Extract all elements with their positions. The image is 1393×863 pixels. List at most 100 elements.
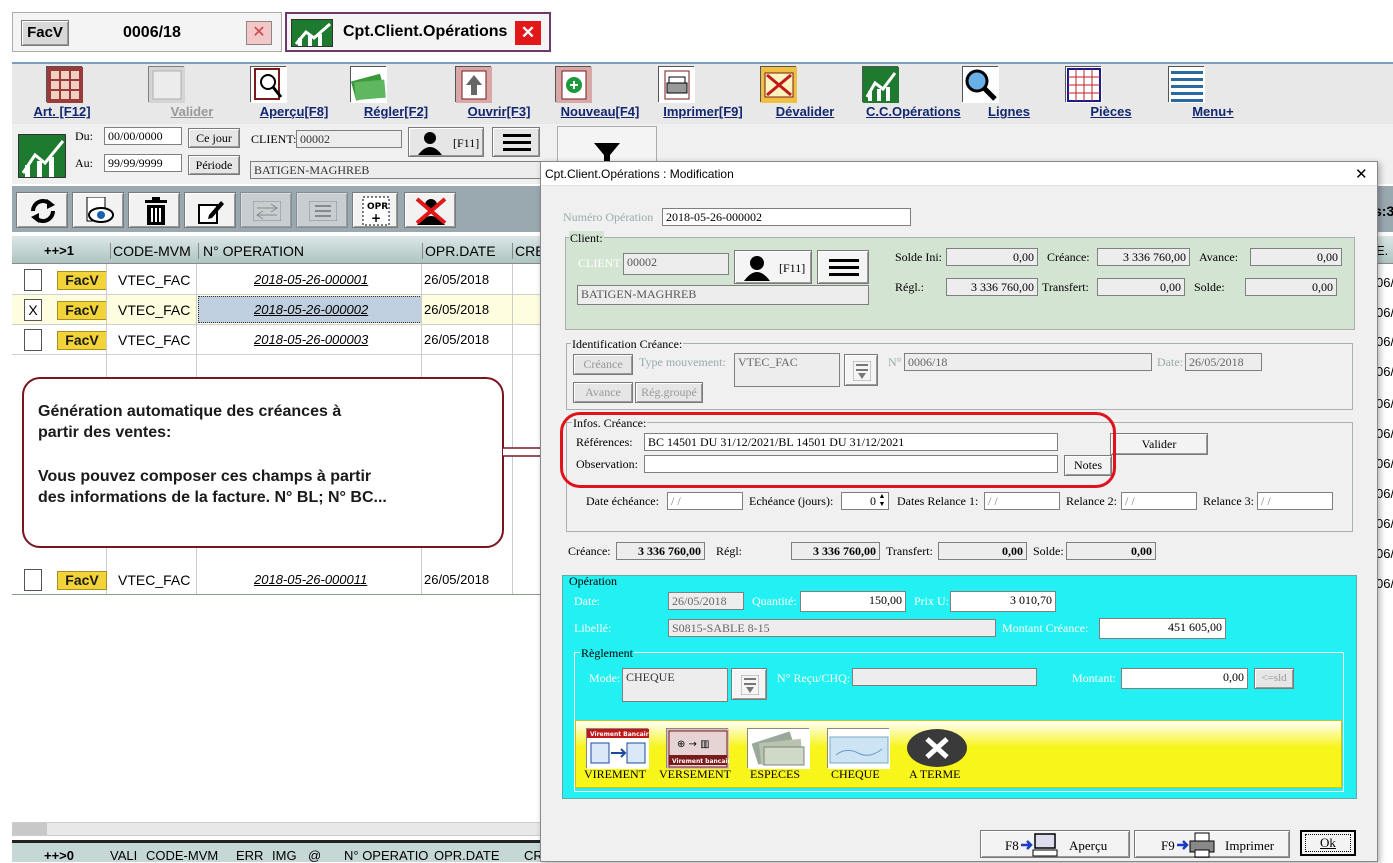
du-field[interactable]: 00/00/0000: [104, 127, 182, 145]
new-icon[interactable]: [555, 66, 592, 103]
open-icon[interactable]: [455, 66, 492, 103]
apercu-button[interactable]: F8 Aperçu: [980, 830, 1130, 858]
close-circle-icon[interactable]: [906, 728, 968, 768]
relance1-field[interactable]: / /: [984, 492, 1060, 510]
table-row[interactable]: FacV VTEC_FAC 2018-05-26-000001 26/05/20…: [12, 265, 552, 295]
valider-button[interactable]: Valider: [1110, 433, 1208, 455]
close-icon[interactable]: ✕: [515, 21, 541, 45]
money-icon[interactable]: [350, 66, 387, 103]
client-picker-button[interactable]: [F11]: [734, 250, 812, 284]
header-opr-date[interactable]: OPR.DATE: [422, 243, 496, 259]
footer-header-2[interactable]: CODE-MVM: [146, 848, 218, 863]
sld-button[interactable]: <=sld: [1254, 668, 1294, 689]
ok-button[interactable]: Ok: [1300, 830, 1356, 856]
horizontal-scrollbar[interactable]: [12, 822, 542, 836]
close-icon[interactable]: ✕: [246, 21, 272, 45]
toolbar-button-11[interactable]: Menu+: [1173, 104, 1253, 119]
footer-header-6[interactable]: N° OPERATIO: [344, 848, 428, 863]
row-checkbox[interactable]: [24, 329, 42, 351]
row-checkbox[interactable]: [24, 269, 42, 291]
header-num-operation[interactable]: N° OPERATION: [198, 243, 304, 259]
prixu-field[interactable]: 3 010,70: [950, 591, 1056, 612]
date-echeance-field[interactable]: / /: [667, 492, 743, 510]
menu-button[interactable]: [817, 250, 869, 284]
client-code-field[interactable]: 00002: [623, 253, 729, 275]
spinner-arrows-icon[interactable]: ▲ ▼: [876, 493, 888, 509]
toolbar-button-9[interactable]: Lignes: [969, 104, 1049, 119]
menu-icon[interactable]: [1168, 66, 1205, 103]
chart-icon[interactable]: [862, 66, 899, 103]
cancel-user-icon[interactable]: [404, 192, 456, 228]
montant-field[interactable]: 0,00: [1121, 668, 1248, 689]
delete-icon[interactable]: [128, 192, 180, 228]
bank-transfer-icon[interactable]: Virement Bancaire: [586, 728, 653, 769]
table-row[interactable]: FacV VTEC_FAC 2018-05-26-000003 26/05/20…: [12, 325, 552, 355]
footer-header-4[interactable]: IMG: [272, 848, 297, 863]
footer-header-1[interactable]: VALI: [110, 848, 137, 863]
montant-creance-field[interactable]: 451 605,00: [1099, 618, 1226, 639]
periode-button[interactable]: Période: [188, 155, 240, 175]
cell-operation[interactable]: 2018-05-26-000001: [254, 265, 368, 295]
validate-icon[interactable]: [148, 66, 185, 103]
toolbar-button-1[interactable]: Valider: [152, 104, 232, 119]
toolbar-button-5[interactable]: Nouveau[F4]: [560, 104, 640, 119]
header-code-mvm[interactable]: CODE-MVM: [110, 243, 191, 259]
opr-add-icon[interactable]: OPR +: [352, 192, 398, 228]
relance3-field[interactable]: / /: [1257, 492, 1333, 510]
footer-header-0[interactable]: ++>0: [44, 848, 74, 863]
table-row-selected[interactable]: X FacV VTEC_FAC 2018-05-26-000002 26/05/…: [12, 295, 552, 325]
search-icon[interactable]: [962, 66, 999, 103]
view-icon[interactable]: [72, 192, 124, 228]
row-checkbox[interactable]: [24, 569, 42, 591]
cell-operation[interactable]: 2018-05-26-000011: [254, 565, 367, 595]
mode-picker-button[interactable]: [731, 668, 767, 700]
unvalidate-icon[interactable]: [760, 66, 797, 103]
cell-operation[interactable]: 2018-05-26-000002: [254, 295, 368, 325]
client-picker-button[interactable]: [F11]: [408, 127, 484, 157]
list-icon[interactable]: [296, 192, 348, 228]
edit-icon[interactable]: [184, 192, 236, 228]
pay-method-label[interactable]: VERSEMENT: [659, 767, 731, 782]
toolbar-button-4[interactable]: Ouvrir[F3]: [459, 104, 539, 119]
footer-header-7[interactable]: OPR.DATE: [434, 848, 500, 863]
reg-groupe-button[interactable]: Rég.groupé: [635, 382, 703, 403]
header-sort[interactable]: ++>1: [44, 243, 74, 258]
toolbar-button-10[interactable]: Pièces: [1071, 104, 1151, 119]
au-field[interactable]: 99/99/9999: [104, 154, 182, 172]
tab-cpt-client-operations[interactable]: Cpt.Client.Opérations ✕: [285, 12, 551, 52]
row-checkbox[interactable]: X: [24, 299, 42, 321]
relance2-field[interactable]: / /: [1121, 492, 1197, 510]
cell-operation[interactable]: 2018-05-26-000003: [254, 325, 368, 355]
articles-icon[interactable]: [46, 66, 83, 103]
avance-button[interactable]: Avance: [573, 382, 633, 403]
client-code-field[interactable]: 00002: [296, 130, 402, 148]
footer-header-5[interactable]: @: [308, 848, 321, 863]
toolbar-button-2[interactable]: Aperçu[F8]: [254, 104, 334, 119]
imprimer-button[interactable]: F9 Imprimer: [1134, 830, 1290, 858]
toolbar-button-8[interactable]: C.C.Opérations: [866, 104, 961, 119]
close-icon[interactable]: ✕: [1355, 165, 1368, 183]
toolbar-button-3[interactable]: Régler[F2]: [356, 104, 436, 119]
cash-icon[interactable]: [747, 728, 810, 769]
grid-icon[interactable]: [1065, 66, 1102, 103]
menu-button[interactable]: [492, 127, 540, 157]
chart-icon[interactable]: [18, 134, 66, 178]
tab-document[interactable]: FacV 0006/18 ✕: [12, 12, 282, 52]
toolbar-button-6[interactable]: Imprimer[F9]: [663, 104, 743, 119]
table-row[interactable]: FacV VTEC_FAC 2018-05-26-000011 26/05/20…: [12, 565, 552, 595]
pay-method-label[interactable]: ESPECES: [750, 767, 800, 782]
printer-icon[interactable]: [658, 66, 695, 103]
quantite-field[interactable]: 150,00: [800, 591, 906, 612]
toolbar-button-7[interactable]: Dévalider: [765, 104, 845, 119]
preview-icon[interactable]: [250, 66, 287, 103]
transfer-icon[interactable]: [240, 192, 292, 228]
ce-jour-button[interactable]: Ce jour: [188, 128, 240, 148]
type-mvt-picker-button[interactable]: [844, 354, 878, 386]
deposit-icon[interactable]: ⊕ → ▥ Virement bancaire: [666, 728, 734, 769]
creance-button[interactable]: Créance: [573, 354, 633, 375]
filter-icon[interactable]: [557, 126, 657, 164]
pay-method-label[interactable]: CHEQUE: [831, 767, 880, 782]
pay-method-label[interactable]: VIREMENT: [584, 767, 646, 782]
pay-method-label[interactable]: A TERME: [909, 767, 960, 782]
toolbar-button-0[interactable]: Art. [F12]: [22, 104, 102, 119]
